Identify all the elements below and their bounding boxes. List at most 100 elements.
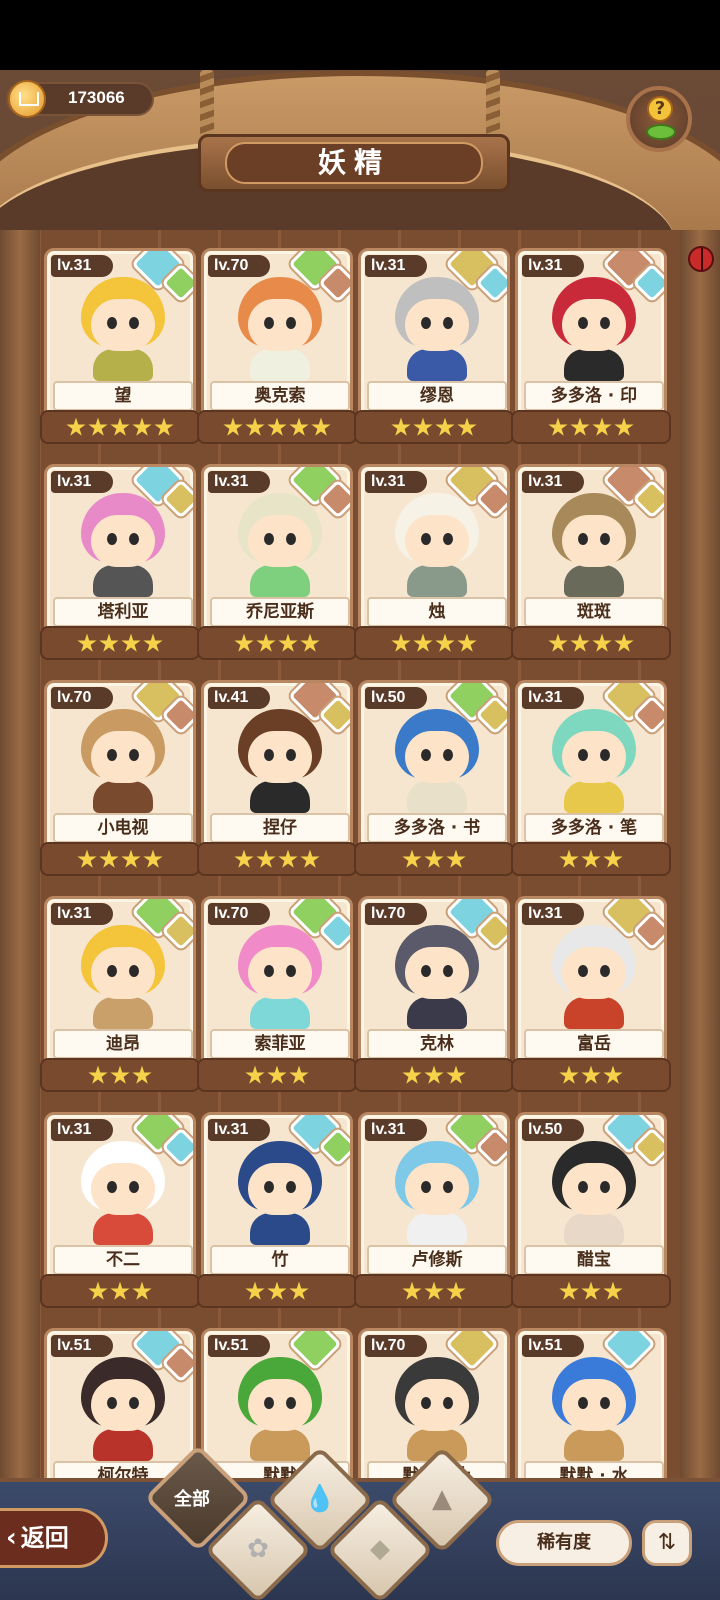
spirit-card[interactable]: lv.50 醋宝 <box>511 1112 671 1312</box>
star-icon <box>256 633 276 652</box>
spirit-name: 富岳 <box>524 1029 664 1059</box>
star-icon <box>121 633 141 652</box>
spirit-name: 卢修斯 <box>367 1245 507 1275</box>
spirit-level: lv.31 <box>51 1119 113 1141</box>
star-rating <box>511 1058 671 1092</box>
star-icon <box>234 633 254 652</box>
spirit-card[interactable]: lv.31 斑斑 <box>511 464 671 664</box>
star-icon <box>581 849 601 868</box>
spirit-card-body: lv.31 望 <box>44 248 196 423</box>
spirit-card[interactable]: lv.31 烛 <box>354 464 514 664</box>
spirit-name: 多多洛 · 印 <box>524 381 664 411</box>
star-icon <box>548 417 568 436</box>
star-icon <box>559 1065 579 1084</box>
spirit-card[interactable]: lv.41 捏仔 <box>197 680 357 880</box>
spirit-card[interactable]: lv.70 索菲亚 <box>197 896 357 1096</box>
rock-mountain-icon: ▲ <box>432 1484 452 1514</box>
star-icon <box>289 1065 309 1084</box>
star-icon <box>424 1281 444 1300</box>
spirit-name: 不二 <box>53 1245 193 1275</box>
star-icon <box>391 417 411 436</box>
spirit-card-body: lv.41 捏仔 <box>201 680 353 855</box>
spirit-name: 迪昂 <box>53 1029 193 1059</box>
spirit-portrait <box>230 921 330 1029</box>
spirit-card-body: lv.31 斑斑 <box>515 464 667 639</box>
star-icon <box>121 849 141 868</box>
back-button[interactable]: ‹ 返回 <box>0 1508 108 1568</box>
back-label: 返回 <box>20 1524 69 1552</box>
spirit-card[interactable]: lv.31 望 <box>40 248 200 448</box>
star-icon <box>154 417 174 436</box>
help-sprout-icon <box>646 124 676 140</box>
earth-rock-icon: ◆ <box>370 1534 390 1564</box>
spirit-name: 奥克索 <box>210 381 350 411</box>
spirit-name: 捏仔 <box>210 813 350 843</box>
spirit-portrait <box>73 1353 173 1461</box>
spirit-card-body: lv.70 索菲亚 <box>201 896 353 1071</box>
star-icon <box>435 417 455 436</box>
rarity-sort-button[interactable]: 稀有度 <box>496 1520 632 1566</box>
spirit-portrait <box>73 489 173 597</box>
star-icon <box>570 417 590 436</box>
star-icon <box>88 417 108 436</box>
spirit-level: lv.50 <box>365 687 427 709</box>
spirit-portrait <box>544 489 644 597</box>
star-icon <box>311 417 331 436</box>
spirit-card[interactable]: lv.31 卢修斯 <box>354 1112 514 1312</box>
spirit-level: lv.31 <box>51 903 113 925</box>
spirit-card[interactable]: lv.31 竹 <box>197 1112 357 1312</box>
star-icon <box>245 417 265 436</box>
star-rating <box>40 1058 200 1092</box>
spirit-portrait <box>544 1137 644 1245</box>
spirit-card[interactable]: lv.31 迪昂 <box>40 896 200 1096</box>
spirit-card[interactable]: lv.70 奥克索 <box>197 248 357 448</box>
star-icon <box>245 1281 265 1300</box>
currency-value: 173066 <box>68 88 125 107</box>
star-icon <box>300 633 320 652</box>
star-icon <box>592 417 612 436</box>
plant-sprout-icon: ✿ <box>247 1534 269 1564</box>
star-icon <box>110 417 130 436</box>
star-icon <box>413 417 433 436</box>
gold-coin-icon <box>8 80 46 118</box>
help-button[interactable]: ? <box>626 86 692 152</box>
spirit-card[interactable]: lv.31 不二 <box>40 1112 200 1312</box>
spirit-card[interactable]: lv.31 多多洛 · 笔 <box>511 680 671 880</box>
spirit-card[interactable]: lv.31 塔利亚 <box>40 464 200 664</box>
spirit-portrait <box>544 1353 644 1461</box>
spirit-card[interactable]: lv.70 克林 <box>354 896 514 1096</box>
sort-list-icon[interactable]: ⇅ <box>642 1520 692 1566</box>
star-icon <box>446 1065 466 1084</box>
spirit-card-body: lv.70 奥克索 <box>201 248 353 423</box>
spirit-card[interactable]: lv.31 缪恩 <box>354 248 514 448</box>
spirit-level: lv.51 <box>522 1335 584 1357</box>
spirit-card[interactable]: lv.31 富岳 <box>511 896 671 1096</box>
star-rating <box>40 626 200 660</box>
star-icon <box>289 417 309 436</box>
star-rating <box>354 842 514 876</box>
spirit-card[interactable]: lv.70 小电视 <box>40 680 200 880</box>
star-icon <box>457 417 477 436</box>
spirit-portrait <box>73 1137 173 1245</box>
star-icon <box>391 633 411 652</box>
star-icon <box>132 1065 152 1084</box>
star-icon <box>581 1065 601 1084</box>
spirit-name: 醋宝 <box>524 1245 664 1275</box>
spirit-name: 多多洛 · 笔 <box>524 813 664 843</box>
spirit-level: lv.31 <box>365 255 427 277</box>
spirit-card-body: lv.31 缪恩 <box>358 248 510 423</box>
spirit-level: lv.31 <box>522 903 584 925</box>
star-rating <box>511 410 671 444</box>
title-board: 妖精 <box>198 134 510 192</box>
star-icon <box>234 849 254 868</box>
star-rating <box>40 410 200 444</box>
spirit-card[interactable]: lv.31 乔尼亚斯 <box>197 464 357 664</box>
spirit-portrait <box>230 1137 330 1245</box>
water-drop-icon: 💧 <box>303 1484 337 1514</box>
spirit-portrait <box>230 705 330 813</box>
star-icon <box>603 849 623 868</box>
star-icon <box>143 633 163 652</box>
star-icon <box>559 1281 579 1300</box>
spirit-card[interactable]: lv.50 多多洛 · 书 <box>354 680 514 880</box>
spirit-card[interactable]: lv.31 多多洛 · 印 <box>511 248 671 448</box>
